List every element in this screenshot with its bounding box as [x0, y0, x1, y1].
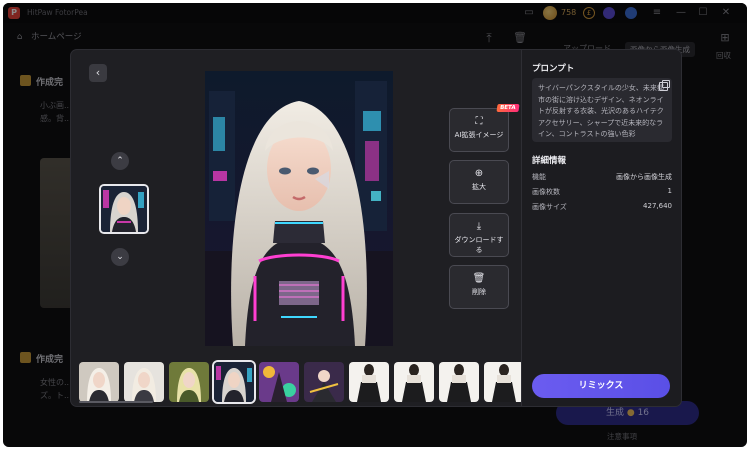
- strip-thumbnail[interactable]: [169, 362, 209, 402]
- strip-thumbnail-image: [259, 362, 299, 402]
- nav-up-button[interactable]: ⌃: [111, 152, 129, 170]
- app-window: P HitPaw FotorPea ▭ 758 £ ≡ — ☐ ✕ ⌂ ホームペー…: [3, 3, 747, 447]
- main-preview-image: [205, 71, 393, 346]
- delete-button[interactable]: 🗑 削除: [449, 265, 509, 309]
- strip-thumbnail-image: [214, 362, 254, 402]
- thumbnail-image: [101, 186, 147, 232]
- copy-icon[interactable]: [659, 80, 670, 91]
- zoom-in-icon: ⊕: [474, 168, 484, 179]
- thumbnail-strip: [71, 356, 522, 406]
- strip-thumbnail[interactable]: [259, 362, 299, 402]
- strip-thumbnail-image: [169, 362, 209, 402]
- selected-thumbnail[interactable]: [99, 184, 149, 234]
- download-button[interactable]: ⤓ ダウンロードする: [449, 213, 509, 257]
- remix-button[interactable]: リミックス: [532, 374, 670, 398]
- ai-expand-icon: ⛶: [475, 116, 483, 127]
- ai-expand-button[interactable]: ⛶ AI拡張イメージ: [449, 108, 509, 152]
- strip-thumbnail[interactable]: [439, 362, 479, 402]
- zoom-in-button[interactable]: ⊕ 拡大: [449, 160, 509, 204]
- prompt-title: プロンプト: [532, 64, 575, 74]
- strip-thumbnail[interactable]: [349, 362, 389, 402]
- strip-thumbnail-image: [484, 362, 522, 402]
- strip-thumbnail-image: [439, 362, 479, 402]
- download-icon: ⤓: [476, 221, 482, 232]
- strip-thumbnail[interactable]: [304, 362, 344, 402]
- strip-thumbnail[interactable]: [79, 362, 119, 402]
- nav-down-button[interactable]: ⌄: [111, 248, 129, 266]
- details-panel: プロンプト サイバーパンクスタイルの少女、未来都市の街に溶け込むデザイン、ネオン…: [522, 50, 681, 406]
- details-title: 詳細情報: [532, 156, 567, 166]
- trash-icon: 🗑: [472, 273, 486, 284]
- strip-thumbnail-image: [124, 362, 164, 402]
- prompt-text: サイバーパンクスタイルの少女、未来都市の街に溶け込むデザイン、ネオンライトが反射…: [532, 78, 672, 142]
- strip-thumbnail[interactable]: [394, 362, 434, 402]
- strip-thumbnail-image: [304, 362, 344, 402]
- image-preview-modal: ‹ ⌃ ⌄ ⛶ AI拡張イメージ BETA ⊕ 拡大 ⤓ ダウンロードする 🗑 …: [71, 50, 681, 406]
- strip-thumbnail[interactable]: [124, 362, 164, 402]
- back-button[interactable]: ‹: [89, 64, 107, 82]
- strip-thumbnail[interactable]: [484, 362, 522, 402]
- beta-badge: BETA: [496, 104, 520, 112]
- strip-thumbnail-image: [79, 362, 119, 402]
- strip-thumbnail-image: [349, 362, 389, 402]
- strip-scrollbar[interactable]: [79, 401, 153, 403]
- cyberpunk-portrait-image: [205, 71, 393, 346]
- strip-thumbnail-selected[interactable]: [214, 362, 254, 402]
- strip-thumbnail-image: [394, 362, 434, 402]
